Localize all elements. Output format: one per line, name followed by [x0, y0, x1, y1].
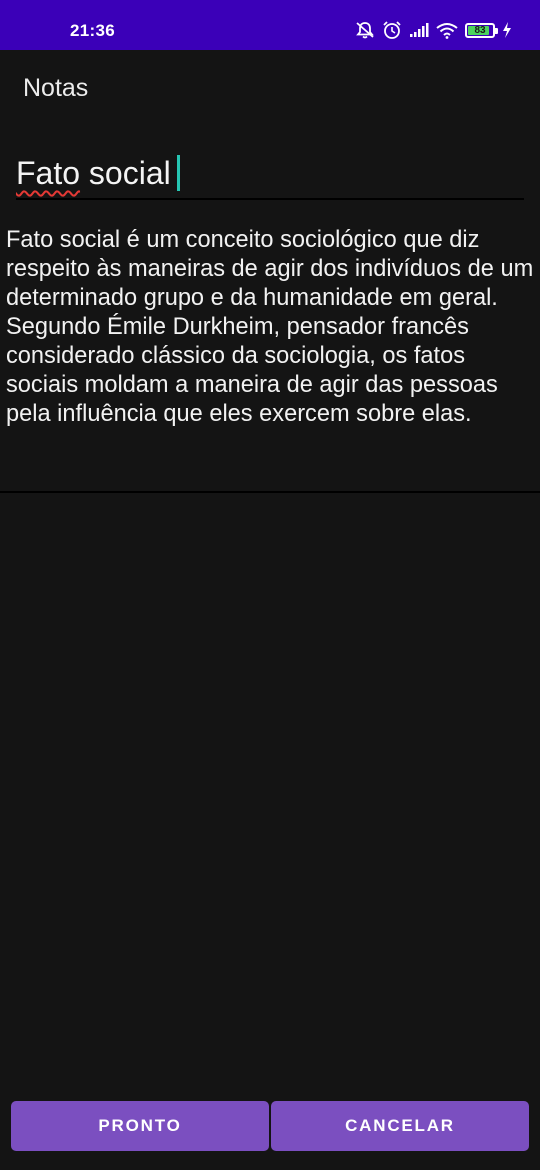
text-cursor [176, 155, 180, 191]
battery-tip [495, 27, 498, 34]
note-body-text[interactable]: Fato social é um conceito sociológico qu… [6, 226, 534, 429]
done-button[interactable]: PRONTO [11, 1101, 269, 1151]
misspelled-word: Fato [16, 155, 81, 191]
battery-level: 83 [474, 24, 486, 36]
note-title-input[interactable]: Fato social [16, 150, 524, 200]
mute-icon [355, 21, 375, 39]
status-bar: 21:36 83 [0, 0, 540, 50]
battery-icon: 83 [465, 22, 498, 38]
status-time: 21:36 [70, 21, 115, 40]
alarm-icon [382, 20, 402, 40]
wifi-icon [436, 22, 458, 39]
charging-icon [502, 22, 512, 38]
note-body-input[interactable]: Fato social é um conceito sociológico qu… [0, 226, 540, 493]
signal-icon [409, 22, 429, 38]
page-title: Notas [23, 74, 89, 102]
cancel-button[interactable]: CANCELAR [271, 1101, 529, 1151]
status-icons: 83 [355, 18, 512, 42]
note-title-rest: social [80, 155, 171, 191]
note-title-text[interactable]: Fato social [16, 155, 180, 192]
